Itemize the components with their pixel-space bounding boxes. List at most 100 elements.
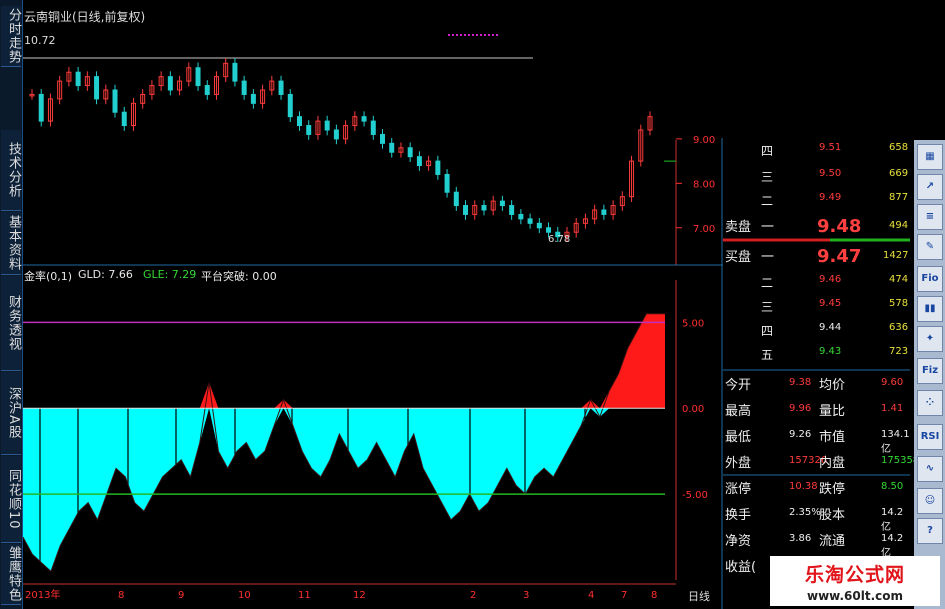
x-tick-label: 2 (470, 590, 476, 601)
star-icon[interactable]: ✦ (917, 326, 943, 352)
buy-row-label: 二 (761, 276, 774, 290)
legend-gle: GLE: 7.29 (143, 268, 197, 281)
indicator-series (22, 313, 665, 580)
question-icon[interactable]: ? (917, 518, 943, 544)
watermark-url: www.60lt.com (806, 589, 904, 603)
stat-value: 8.50 (881, 481, 904, 492)
stat-label: 市值 (819, 430, 846, 445)
stat-label: 今开 (725, 378, 752, 393)
chart-title: 云南铜业(日线,前复权) (24, 10, 146, 24)
candle-body (287, 93, 293, 118)
candle-body (463, 205, 469, 215)
candle-body (370, 120, 376, 135)
candle-body (380, 133, 386, 144)
indicator-negative-area (23, 408, 665, 572)
buy-row-4: 四 9.44 636 (723, 322, 910, 345)
candle-body (416, 156, 422, 167)
candle-body (407, 147, 413, 158)
stat-label: 最高 (725, 404, 752, 419)
price-tick-label: 8.00 (693, 179, 715, 190)
stat-label: 跌停 (819, 482, 846, 497)
candle-body (167, 76, 173, 91)
high-label: 10.72 (24, 34, 56, 47)
bid-sub: 一 (761, 250, 775, 265)
candle-body (481, 205, 487, 211)
stat-label: 最低 (725, 430, 752, 445)
sell-row-3: 三 9.50 669 (723, 168, 910, 191)
buy-row-vol: 578 (889, 298, 909, 309)
bar-chart-icon[interactable]: ▮▮ (917, 296, 943, 322)
stat-value: 9.60 (881, 377, 904, 388)
person-icon[interactable]: ☺ (917, 488, 943, 514)
ma-dots (448, 34, 498, 39)
legend-platform: 平台突破: 0.00 (201, 270, 277, 283)
stat-label: 流通 (819, 534, 846, 549)
candle-body (509, 205, 515, 215)
grid-icon[interactable]: ▦ (917, 144, 943, 170)
wave-icon[interactable]: ∿ (917, 456, 943, 482)
candle-body (518, 213, 524, 220)
x-tick-label: 12 (353, 590, 366, 601)
candle-body (38, 93, 44, 122)
buy-row-5: 五 9.43 723 (723, 346, 910, 369)
watermark-title: 乐淘公式网 (804, 564, 905, 586)
candle-body (444, 173, 450, 193)
stats-row: 今开 9.38 均价 9.60 (723, 374, 910, 397)
sell-row-vol: 877 (889, 192, 909, 203)
right-toolbar: ▦ ↗ ≡ ✎ Fio ▮▮ ✦ Fiz ⁘ RSI ∿ ☺ ? (914, 140, 945, 609)
stat-value: 9.96 (789, 403, 812, 414)
candle-body (601, 209, 607, 215)
sell-row-label: 三 (761, 170, 774, 184)
stat-label: 内盘 (819, 456, 846, 471)
line-chart-icon[interactable]: ↗ (917, 174, 943, 200)
sell-row-vol: 669 (889, 168, 909, 179)
candle-body (333, 129, 339, 140)
stats-row: 涨停 10.38 跌停 8.50 (723, 478, 910, 501)
x-tick-label: 11 (298, 590, 311, 601)
dot-chart-icon[interactable]: ⁘ (917, 390, 943, 416)
buy-row-3: 三 9.45 578 (723, 298, 910, 321)
stat-label: 外盘 (725, 456, 752, 471)
buy-row-vol: 474 (889, 274, 909, 285)
candle-body (546, 227, 552, 233)
legend-gld: GLD: 7.66 (78, 268, 133, 281)
compass-icon[interactable]: ✎ (917, 234, 943, 260)
stats-row: 外盘 157326 内盘 175358 (723, 452, 919, 475)
price-y-ticks: 9.00 8.00 7.00 (664, 135, 715, 235)
x-tick-label: 7 (621, 590, 627, 601)
price-tick-label: 9.00 (693, 135, 715, 146)
stat-label: 换手 (725, 508, 752, 523)
candle-body (112, 89, 118, 113)
candle-body (296, 116, 302, 127)
candle-body (250, 93, 256, 104)
buy-row-price: 9.46 (819, 274, 842, 285)
rsi-button[interactable]: RSI (917, 424, 943, 450)
ask-vol: 494 (889, 220, 909, 231)
stat-value: 9.26 (789, 429, 812, 440)
stats-row: 净资 3.86 流通 14.2亿 (723, 530, 910, 559)
period-label: 日线 (688, 590, 710, 603)
sell-row-label: 四 (761, 144, 774, 158)
bid-vol: 1427 (883, 250, 909, 261)
price-panel-bg (23, 0, 533, 265)
stat-value: 3.86 (789, 533, 812, 544)
candle-body (453, 191, 459, 207)
bid-price: 9.47 (817, 246, 862, 267)
fiz-button[interactable]: Fiz (917, 358, 943, 384)
indicator-tick-label: -5.00 (682, 490, 708, 501)
stat-label: 收益( (725, 560, 757, 575)
x-tick-label: 2013年 (25, 588, 60, 601)
x-tick-label: 8 (651, 590, 657, 601)
fio-button[interactable]: Fio (917, 266, 943, 292)
buy-row-price: 9.45 (819, 298, 842, 309)
ask-label: 卖盘 (725, 220, 752, 235)
buy-row-label: 五 (761, 348, 774, 362)
x-tick-label: 4 (588, 590, 594, 601)
stat-label: 均价 (819, 378, 846, 393)
ask-row: 卖盘 一 9.48 494 (723, 216, 910, 240)
ruler-icon[interactable]: ≡ (917, 204, 943, 230)
stat-label: 量比 (819, 404, 846, 419)
buy-row-label: 四 (761, 324, 774, 338)
buy-row-vol: 636 (889, 322, 909, 333)
candle-body (121, 111, 127, 127)
